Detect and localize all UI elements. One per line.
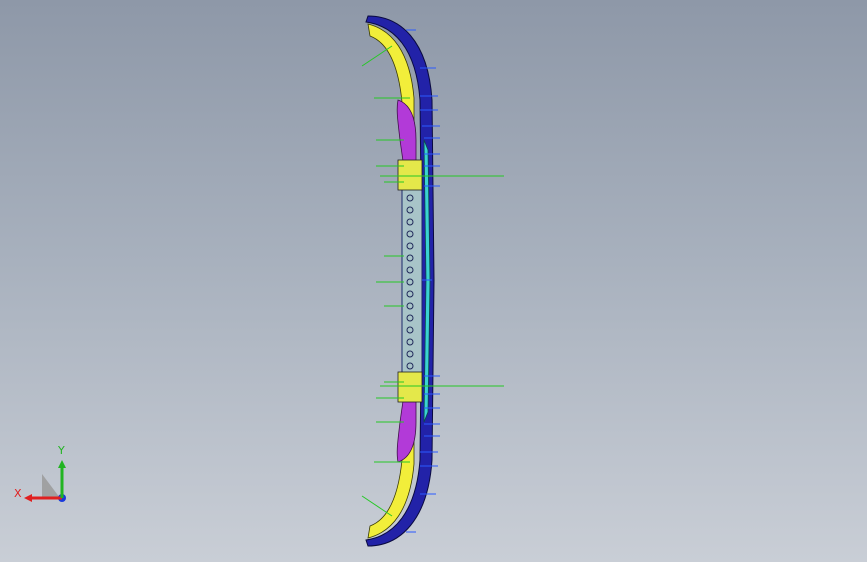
y-axis-arrow-icon bbox=[58, 460, 66, 468]
x-axis-label: X bbox=[14, 487, 22, 500]
x-axis-arrow-icon bbox=[24, 494, 32, 502]
y-axis-label: Y bbox=[57, 444, 65, 457]
graphics-viewport[interactable]: X Y bbox=[0, 0, 867, 562]
view-orientation-triad[interactable]: X Y bbox=[10, 440, 80, 510]
triad-plane-icon bbox=[42, 474, 60, 498]
bumper-cross-section-model[interactable] bbox=[0, 0, 867, 562]
mount-bracket-top bbox=[397, 159, 423, 191]
